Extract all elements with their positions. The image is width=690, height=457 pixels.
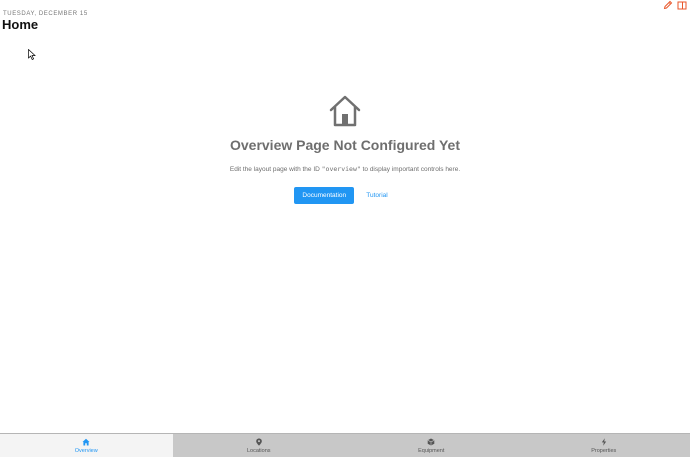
tutorial-button[interactable]: Tutorial [358, 187, 395, 204]
empty-state-title: Overview Page Not Configured Yet [229, 137, 461, 153]
tab-properties[interactable]: Properties [518, 434, 690, 457]
pencil-icon[interactable] [663, 0, 673, 10]
cube-icon [427, 438, 435, 445]
bolt-icon [601, 437, 606, 446]
tab-label: Locations [246, 447, 271, 454]
home-icon [329, 95, 361, 127]
tab-equipment[interactable]: Equipment [345, 434, 518, 457]
tab-label: Properties [591, 447, 617, 454]
home-icon [82, 438, 90, 445]
page-title: Home [2, 17, 39, 32]
tab-locations[interactable]: Locations [173, 434, 346, 457]
empty-state: Overview Page Not Configured Yet Edit th… [0, 95, 690, 204]
header-actions [663, 0, 687, 10]
documentation-button[interactable]: Documentation [294, 187, 355, 204]
page-id-code: "overview" [321, 165, 361, 173]
bottom-tab-bar: Overview Locations Equipment Properties [0, 433, 690, 457]
tab-overview[interactable]: Overview [0, 434, 173, 457]
mouse-cursor-icon [28, 49, 36, 60]
empty-state-description: Edit the layout page with the ID "overvi… [229, 165, 461, 173]
panel-icon[interactable] [677, 0, 687, 10]
tab-label: Overview [74, 447, 98, 454]
home-page: TUESDAY, DECEMBER 15 Home Overview Page … [0, 0, 690, 457]
empty-state-actions: Documentation Tutorial [294, 187, 395, 204]
map-marker-icon [255, 438, 262, 446]
tab-label: Equipment [418, 447, 445, 454]
